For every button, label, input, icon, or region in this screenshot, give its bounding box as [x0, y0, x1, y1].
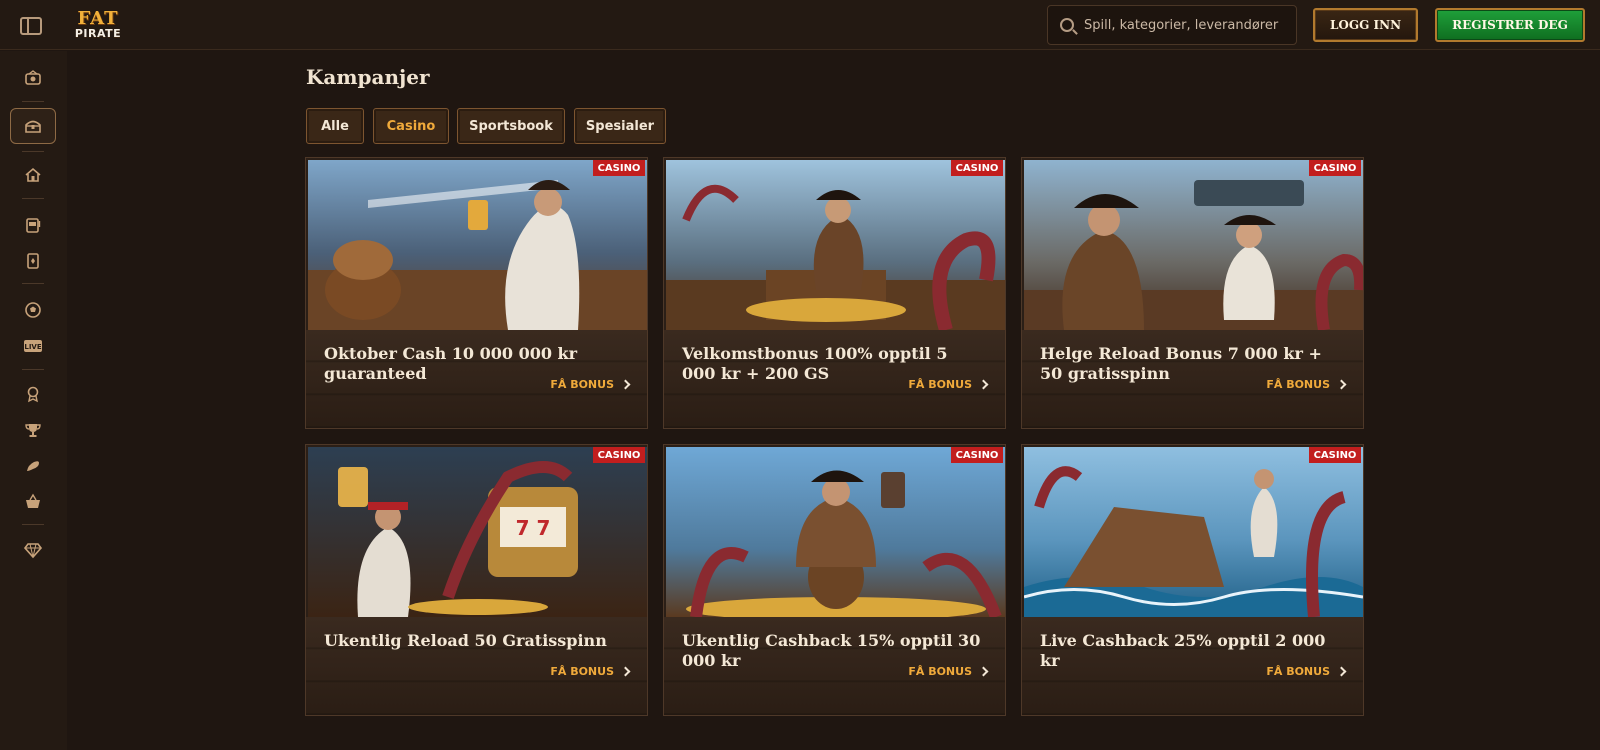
category-badge: CASINO	[1309, 160, 1361, 176]
category-badge: CASINO	[593, 447, 645, 463]
slot-machine-icon[interactable]	[18, 210, 48, 240]
logo-text-top: FAT	[77, 8, 119, 29]
promo-card-ukentlig-cashback[interactable]: CASINO Ukentlig Cashback 15% opptil 30 0…	[663, 444, 1006, 716]
get-bonus-label: FÅ BONUS	[908, 665, 972, 678]
sidebar-divider	[22, 151, 44, 152]
category-badge: CASINO	[1309, 447, 1361, 463]
search-box[interactable]	[1047, 5, 1297, 45]
brush-icon[interactable]	[18, 451, 48, 481]
promo-card-image	[666, 447, 1005, 617]
trophy-icon[interactable]	[18, 415, 48, 445]
chevron-right-icon	[1336, 666, 1347, 677]
get-bonus-link[interactable]: FÅ BONUS	[908, 378, 989, 391]
sidebar: LIVE	[0, 51, 67, 750]
promo-card-velkomstbonus[interactable]: CASINO Velkomstbonus 100% opptil 5 000 k…	[663, 157, 1006, 429]
sidebar-divider	[22, 198, 44, 199]
promo-card-title: Ukentlig Reload 50 Gratisspinn	[324, 631, 607, 650]
get-bonus-label: FÅ BONUS	[1266, 378, 1330, 391]
category-badge: CASINO	[951, 160, 1003, 176]
diamond-icon[interactable]	[18, 535, 48, 565]
cards-icon[interactable]	[18, 246, 48, 276]
sidebar-divider	[22, 369, 44, 370]
chevron-right-icon	[1336, 379, 1347, 390]
get-bonus-link[interactable]: FÅ BONUS	[1266, 378, 1347, 391]
search-input[interactable]	[1084, 17, 1284, 33]
promo-card-image	[1024, 447, 1363, 617]
get-bonus-label: FÅ BONUS	[1266, 665, 1330, 678]
get-bonus-link[interactable]: FÅ BONUS	[1266, 665, 1347, 678]
promo-card-footer: Live Cashback 25% opptil 2 000 kr FÅ BON…	[1022, 617, 1363, 715]
promo-card-footer: Velkomstbonus 100% opptil 5 000 kr + 200…	[664, 330, 1005, 428]
treasure-chest-icon[interactable]	[10, 108, 56, 144]
chevron-right-icon	[620, 666, 631, 677]
promo-card-live-cashback[interactable]: CASINO Live Cashback 25% opptil 2 000 kr…	[1021, 444, 1364, 716]
fat-pirate-logo[interactable]: FAT PIRATE	[64, 7, 132, 43]
get-bonus-label: FÅ BONUS	[550, 665, 614, 678]
promo-card-image	[1024, 160, 1363, 330]
chevron-right-icon	[620, 379, 631, 390]
category-badge: CASINO	[951, 447, 1003, 463]
promo-card-image	[666, 160, 1005, 330]
page-title: Kampanjer	[306, 65, 430, 89]
promo-card-image: 7 7	[308, 447, 647, 617]
promo-card-footer: Oktober Cash 10 000 000 kr guaranteed FÅ…	[306, 330, 647, 428]
sidebar-divider	[22, 283, 44, 284]
get-bonus-link[interactable]: FÅ BONUS	[550, 665, 631, 678]
promo-card-footer: Ukentlig Reload 50 Gratisspinn FÅ BONUS	[306, 617, 647, 715]
sidebar-divider	[22, 524, 44, 525]
promo-card-footer: Ukentlig Cashback 15% opptil 30 000 kr F…	[664, 617, 1005, 715]
svg-text:LIVE: LIVE	[24, 343, 41, 351]
get-bonus-link[interactable]: FÅ BONUS	[908, 665, 989, 678]
register-button[interactable]: REGISTRER DEG	[1435, 8, 1585, 42]
get-bonus-label: FÅ BONUS	[908, 378, 972, 391]
promo-icon[interactable]	[18, 63, 48, 93]
sidebar-divider	[22, 101, 44, 102]
home-icon[interactable]	[18, 160, 48, 190]
badge-icon[interactable]	[18, 379, 48, 409]
live-icon[interactable]: LIVE	[18, 331, 48, 361]
get-bonus-label: FÅ BONUS	[550, 378, 614, 391]
basket-icon[interactable]	[18, 487, 48, 517]
soccer-ball-icon[interactable]	[18, 295, 48, 325]
category-badge: CASINO	[593, 160, 645, 176]
get-bonus-link[interactable]: FÅ BONUS	[550, 378, 631, 391]
promo-card-footer: Helge Reload Bonus 7 000 kr + 50 gratiss…	[1022, 330, 1363, 428]
top-header: FAT PIRATE LOGG INN REGISTRER DEG	[0, 0, 1600, 50]
tab-spesialer[interactable]: Spesialer	[574, 108, 666, 144]
sidebar-toggle-icon[interactable]	[20, 16, 42, 35]
svg-text:7 7: 7 7	[516, 516, 551, 540]
tab-sportsbook[interactable]: Sportsbook	[457, 108, 565, 144]
search-icon	[1060, 18, 1074, 32]
tab-casino[interactable]: Casino	[373, 108, 449, 144]
chevron-right-icon	[978, 666, 989, 677]
promo-card-ukentlig-reload[interactable]: 7 7 CASINO Ukentlig Reload 50 Gratisspin…	[305, 444, 648, 716]
login-button[interactable]: LOGG INN	[1313, 8, 1418, 42]
tab-alle[interactable]: Alle	[306, 108, 364, 144]
promo-card-image	[308, 160, 647, 330]
promo-card-oktober-cash[interactable]: CASINO Oktober Cash 10 000 000 kr guaran…	[305, 157, 648, 429]
logo-text-bottom: PIRATE	[74, 27, 122, 40]
promo-card-helge-reload[interactable]: CASINO Helge Reload Bonus 7 000 kr + 50 …	[1021, 157, 1364, 429]
chevron-right-icon	[978, 379, 989, 390]
